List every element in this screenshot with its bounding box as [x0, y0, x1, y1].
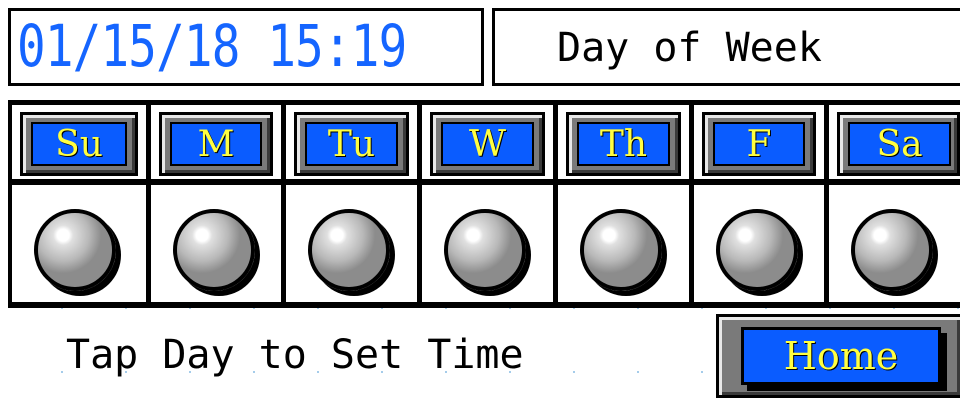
day-button-su[interactable]: Su [20, 112, 138, 176]
day-cell-tu: Tu [286, 105, 422, 302]
datetime-display: 01/15/18 15:19 [8, 8, 484, 86]
day-button-tu[interactable]: Tu [294, 112, 409, 176]
day-cell-sa: Sa [829, 105, 960, 302]
day-cell-m: M [151, 105, 286, 302]
page-title-box: Day of Week [492, 8, 960, 86]
day-button-label: Sa [876, 123, 923, 165]
day-button-label: F [746, 123, 772, 165]
indicator-lamp-sa-icon [851, 209, 933, 291]
day-cell-th: Th [558, 105, 694, 302]
page-title: Day of Week [557, 25, 822, 71]
day-button-f[interactable]: F [702, 112, 816, 176]
instruction-text: Tap Day to Set Time [66, 332, 524, 378]
day-button-label: Tu [327, 123, 376, 165]
day-button-label: M [197, 123, 235, 165]
day-button-label: Th [599, 123, 648, 165]
day-button-label: Su [55, 123, 103, 165]
home-button-label: Home [783, 334, 899, 378]
home-button[interactable]: Home [716, 314, 960, 398]
indicator-lamp-f-icon [716, 209, 798, 291]
indicator-lamp-w-icon [444, 209, 526, 291]
datetime-text: 01/15/18 15:19 [17, 12, 407, 80]
indicator-lamp-m-icon [173, 209, 255, 291]
day-button-label: W [468, 123, 506, 165]
day-button-sa[interactable]: Sa [837, 112, 960, 176]
day-grid: Su M Tu W Th F Sa [8, 100, 960, 308]
indicator-lamp-tu-icon [308, 209, 390, 291]
home-button-face[interactable]: Home [741, 327, 941, 385]
day-cell-w: W [422, 105, 558, 302]
indicator-lamp-th-icon [580, 209, 662, 291]
day-cell-f: F [694, 105, 829, 302]
day-cell-su: Su [12, 105, 151, 302]
day-button-m[interactable]: M [159, 112, 273, 176]
indicator-lamp-su-icon [34, 209, 116, 291]
day-button-th[interactable]: Th [566, 112, 681, 176]
day-button-w[interactable]: W [430, 112, 545, 176]
